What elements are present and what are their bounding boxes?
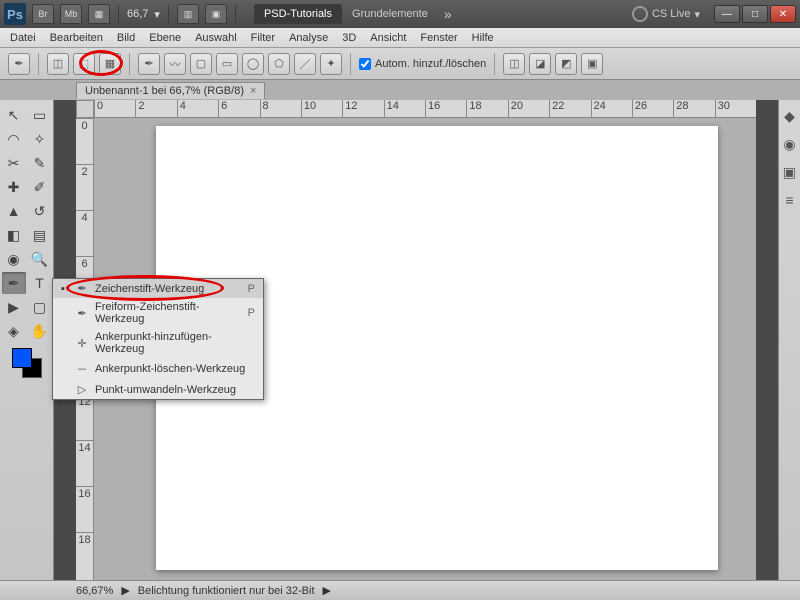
cs-live-button[interactable]: CS Live ▾: [632, 6, 700, 22]
3d-tool-icon[interactable]: ◈: [2, 320, 26, 342]
menu-ebene[interactable]: Ebene: [149, 32, 181, 44]
flyout-item[interactable]: ▪✒Zeichenstift-WerkzeugP: [53, 279, 263, 298]
document-tab-bar: Unbenannt-1 bei 66,7% (RGB/8) ×: [0, 80, 800, 100]
menu-fenster[interactable]: Fenster: [420, 32, 457, 44]
close-tab-icon[interactable]: ×: [250, 85, 256, 97]
move-tool-icon[interactable]: ↖: [2, 104, 26, 126]
tool-icon: ✒: [75, 282, 89, 295]
flyout-item[interactable]: ▷Punkt-umwandeln-Werkzeug: [53, 380, 263, 399]
pathop-intersect-icon[interactable]: ◩: [555, 53, 577, 75]
menu-bearbeiten[interactable]: Bearbeiten: [50, 32, 103, 44]
foreground-color[interactable]: [12, 348, 32, 368]
eraser-tool-icon[interactable]: ◧: [2, 224, 26, 246]
zoom-level[interactable]: 66,7: [127, 8, 148, 20]
menu-hilfe[interactable]: Hilfe: [472, 32, 494, 44]
type-tool-icon[interactable]: T: [28, 272, 52, 294]
pen-mode-icon[interactable]: ✒: [138, 53, 160, 75]
marquee-tool-icon[interactable]: ▭: [28, 104, 52, 126]
shape-tool-icon[interactable]: ▢: [28, 296, 52, 318]
status-zoom[interactable]: 66,67%: [76, 585, 113, 597]
menu-bild[interactable]: Bild: [117, 32, 135, 44]
flyout-item[interactable]: －Ankerpunkt-löschen-Werkzeug: [53, 358, 263, 380]
toolbox: ↖ ▭ ◠ ✧ ✂ ✎ ✚ ✐ ▲ ↺ ◧ ▤ ◉ 🔍 ✒ T ▶ ▢ ◈ ✋: [0, 100, 54, 580]
ruler-corner: [76, 100, 94, 118]
menu-ansicht[interactable]: Ansicht: [370, 32, 406, 44]
fill-pixels-icon[interactable]: ▦: [99, 53, 121, 75]
wand-tool-icon[interactable]: ✧: [28, 128, 52, 150]
more-workspaces-icon[interactable]: »: [444, 6, 452, 22]
blur-tool-icon[interactable]: ◉: [2, 248, 26, 270]
workspace: ↖ ▭ ◠ ✧ ✂ ✎ ✚ ✐ ▲ ↺ ◧ ▤ ◉ 🔍 ✒ T ▶ ▢ ◈ ✋ …: [0, 100, 800, 580]
menu-3d[interactable]: 3D: [342, 32, 356, 44]
titlebar: Ps Br Mb ▦ 66,7 ▾ ▥ ▣ PSD-Tutorials Grun…: [0, 0, 800, 28]
menubar: Datei Bearbeiten Bild Ebene Auswahl Filt…: [0, 28, 800, 48]
tool-icon: ▷: [75, 383, 89, 396]
custom-shape-icon[interactable]: ✦: [320, 53, 342, 75]
options-bar: ✒ ◫ ⬚ ▦ ✒ 〰 ▢ ▭ ◯ ⬠ ／ ✦ Autom. hinzuf./l…: [0, 48, 800, 80]
auto-add-delete-input[interactable]: [359, 58, 371, 70]
workspace-tab-active[interactable]: PSD-Tutorials: [254, 4, 342, 24]
right-gutter: [756, 100, 778, 580]
chevron-down-icon[interactable]: ▾: [154, 8, 160, 21]
menu-analyse[interactable]: Analyse: [289, 32, 328, 44]
paths-panel-icon[interactable]: ▣: [782, 164, 798, 180]
eyedropper-tool-icon[interactable]: ✎: [28, 152, 52, 174]
app-logo: Ps: [4, 3, 26, 25]
lasso-tool-icon[interactable]: ◠: [2, 128, 26, 150]
stamp-tool-icon[interactable]: ▲: [2, 200, 26, 222]
right-panel-strip: ◆ ◉ ▣ ≡: [778, 100, 800, 580]
history-brush-icon[interactable]: ↺: [28, 200, 52, 222]
properties-panel-icon[interactable]: ≡: [782, 192, 798, 208]
layers-panel-icon[interactable]: ◆: [782, 108, 798, 124]
horizontal-ruler: 024681012141618202224262830: [94, 100, 756, 118]
statusbar: 66,67% ▶ Belichtung funktioniert nur bei…: [0, 580, 800, 600]
shape-layers-icon[interactable]: ◫: [47, 53, 69, 75]
close-button[interactable]: ✕: [770, 5, 796, 23]
pathop-combine-icon[interactable]: ◫: [503, 53, 525, 75]
paths-icon[interactable]: ⬚: [73, 53, 95, 75]
brush-tool-icon[interactable]: ✐: [28, 176, 52, 198]
bridge-button[interactable]: Br: [32, 4, 54, 24]
document-tab[interactable]: Unbenannt-1 bei 66,7% (RGB/8) ×: [76, 82, 265, 99]
maximize-button[interactable]: □: [742, 5, 768, 23]
polygon-shape-icon[interactable]: ⬠: [268, 53, 290, 75]
crop-tool-icon[interactable]: ✂: [2, 152, 26, 174]
tool-icon: ✒: [75, 307, 89, 320]
status-info: Belichtung funktioniert nur bei 32-Bit: [138, 585, 315, 597]
arrange-docs-button[interactable]: ▥: [177, 4, 199, 24]
color-swatch[interactable]: [12, 348, 42, 378]
status-arrow-icon[interactable]: ▶: [323, 584, 331, 597]
status-arrow-icon[interactable]: ▶: [121, 584, 129, 597]
pen-tool-icon[interactable]: ✒: [2, 272, 26, 294]
view-extras-button[interactable]: ▦: [88, 4, 110, 24]
workspace-tab[interactable]: Grundelemente: [342, 4, 438, 24]
rounded-rect-icon[interactable]: ▭: [216, 53, 238, 75]
channels-panel-icon[interactable]: ◉: [782, 136, 798, 152]
auto-add-delete-checkbox[interactable]: Autom. hinzuf./löschen: [359, 58, 486, 70]
workspace-tabs: PSD-Tutorials Grundelemente: [254, 4, 438, 24]
pathop-subtract-icon[interactable]: ◪: [529, 53, 551, 75]
pathop-exclude-icon[interactable]: ▣: [581, 53, 603, 75]
tool-icon: －: [75, 361, 89, 377]
pen-tool-preset-icon[interactable]: ✒: [8, 53, 30, 75]
path-select-icon[interactable]: ▶: [2, 296, 26, 318]
menu-datei[interactable]: Datei: [10, 32, 36, 44]
dodge-tool-icon[interactable]: 🔍: [28, 248, 52, 270]
freeform-pen-icon[interactable]: 〰: [164, 53, 186, 75]
rectangle-shape-icon[interactable]: ▢: [190, 53, 212, 75]
menu-auswahl[interactable]: Auswahl: [195, 32, 237, 44]
menu-filter[interactable]: Filter: [251, 32, 275, 44]
flyout-item[interactable]: ✛Ankerpunkt-hinzufügen-Werkzeug: [53, 328, 263, 358]
line-shape-icon[interactable]: ／: [294, 53, 316, 75]
healing-tool-icon[interactable]: ✚: [2, 176, 26, 198]
tool-icon: ✛: [75, 337, 89, 350]
screen-mode-button[interactable]: ▣: [205, 4, 227, 24]
minimize-button[interactable]: —: [714, 5, 740, 23]
flyout-item[interactable]: ✒Freiform-Zeichenstift-WerkzeugP: [53, 298, 263, 328]
gradient-tool-icon[interactable]: ▤: [28, 224, 52, 246]
ellipse-shape-icon[interactable]: ◯: [242, 53, 264, 75]
hand-tool-icon[interactable]: ✋: [28, 320, 52, 342]
pen-tool-flyout: ▪✒Zeichenstift-WerkzeugP✒Freiform-Zeiche…: [52, 278, 264, 400]
minibridge-button[interactable]: Mb: [60, 4, 82, 24]
